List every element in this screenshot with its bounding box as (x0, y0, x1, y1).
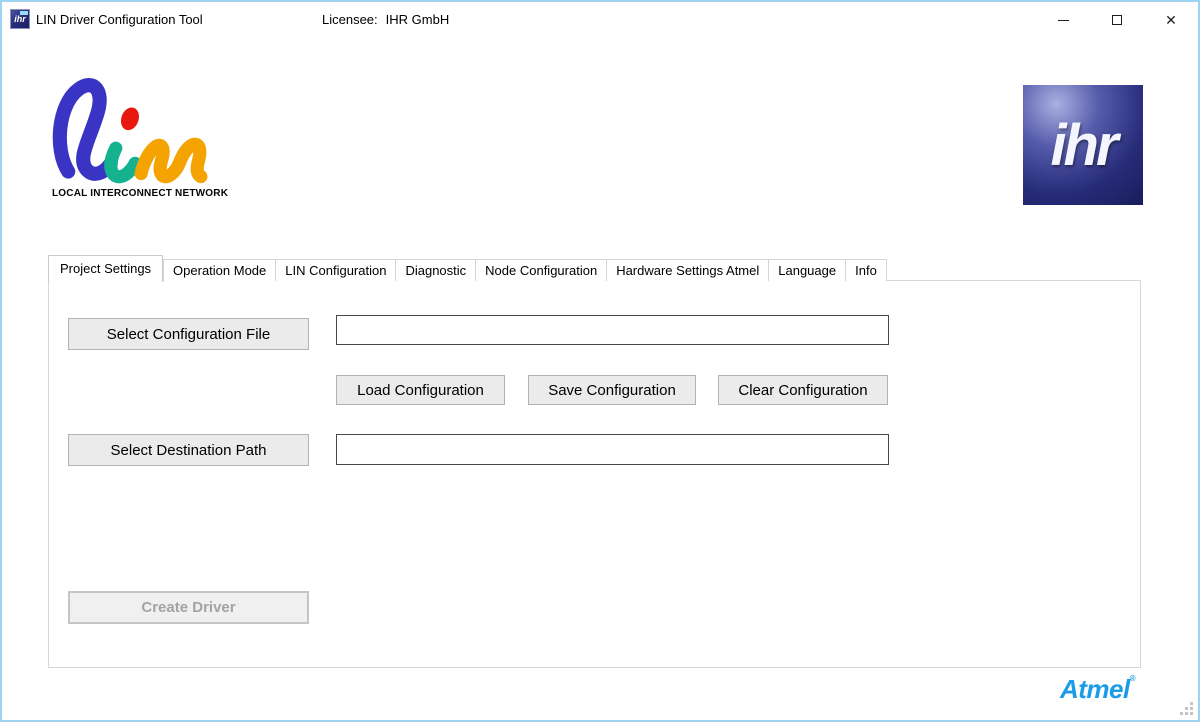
close-icon: ✕ (1165, 12, 1177, 28)
maximize-button[interactable] (1090, 2, 1144, 38)
project-settings-panel: Select Configuration File Load Configura… (48, 280, 1141, 668)
lin-letter-i (104, 141, 142, 184)
tab-lin-configuration[interactable]: LIN Configuration (276, 259, 397, 281)
configuration-file-input[interactable] (336, 315, 889, 345)
atmel-logo: Atmel® (1060, 674, 1136, 704)
resize-grip-icon (1180, 702, 1183, 705)
destination-path-input[interactable] (336, 434, 889, 465)
tab-language[interactable]: Language (769, 259, 847, 281)
clear-configuration-button[interactable]: Clear Configuration (718, 375, 888, 405)
tab-node-configuration[interactable]: Node Configuration (476, 259, 608, 281)
window-title: LIN Driver Configuration Tool (36, 12, 203, 27)
close-button[interactable]: ✕ (1144, 2, 1198, 38)
app-icon: ihr (10, 9, 30, 29)
save-configuration-button[interactable]: Save Configuration (528, 375, 696, 405)
atmel-logo-text: Atmel (1060, 674, 1130, 704)
licensee-text: Licensee: IHR GmbH (322, 2, 449, 38)
lin-i-dot (120, 107, 139, 131)
maximize-icon (1112, 15, 1122, 25)
tab-project-settings[interactable]: Project Settings (48, 255, 164, 282)
ihr-logo: ihr (1023, 85, 1143, 205)
window-controls: ✕ (1036, 2, 1198, 38)
licensee-label: Licensee: (322, 12, 378, 27)
app-window: ihr LIN Driver Configuration Tool Licens… (0, 0, 1200, 722)
lin-letter-n (134, 137, 208, 184)
tab-operation-mode[interactable]: Operation Mode (163, 259, 277, 281)
lin-logo-art (52, 78, 208, 184)
lin-caption: LOCAL INTERCONNECT NETWORK (52, 188, 229, 199)
tab-hardware-settings-atmel[interactable]: Hardware Settings Atmel (607, 259, 770, 281)
select-destination-path-button[interactable]: Select Destination Path (68, 434, 309, 466)
atmel-trademark: ® (1129, 674, 1136, 683)
tab-strip: Project Settings Operation Mode LIN Conf… (48, 254, 887, 282)
lin-logo: LOCAL INTERCONNECT NETWORK (52, 78, 229, 208)
lin-letter-l (52, 78, 118, 181)
resize-grip[interactable] (1180, 702, 1194, 716)
tab-info[interactable]: Info (846, 259, 887, 281)
title-bar: ihr LIN Driver Configuration Tool Licens… (2, 2, 1198, 38)
minimize-icon (1057, 19, 1069, 21)
minimize-button[interactable] (1036, 2, 1090, 38)
tab-diagnostic[interactable]: Diagnostic (396, 259, 477, 281)
create-driver-button[interactable]: Create Driver (68, 591, 309, 624)
select-configuration-file-button[interactable]: Select Configuration File (68, 318, 309, 350)
licensee-value: IHR GmbH (385, 12, 450, 27)
load-configuration-button[interactable]: Load Configuration (336, 375, 505, 405)
